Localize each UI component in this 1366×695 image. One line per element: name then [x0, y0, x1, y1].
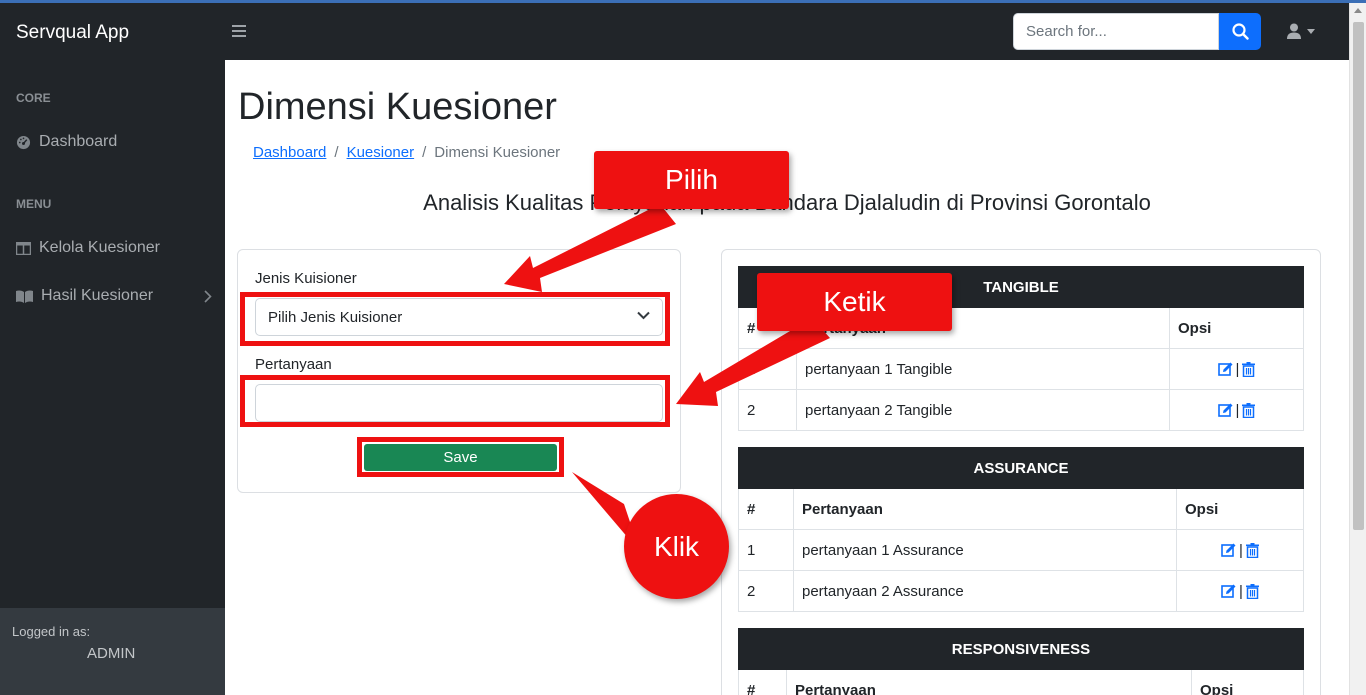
breadcrumb-link-dashboard[interactable]: Dashboard	[253, 144, 326, 161]
edit-icon[interactable]	[1221, 584, 1236, 599]
edit-icon[interactable]	[1221, 543, 1236, 558]
row-number: 2	[738, 389, 797, 431]
sidebar-item-label: Dashboard	[39, 133, 118, 150]
opsi-separator: |	[1239, 582, 1243, 600]
top-navbar: Servqual App	[0, 3, 1366, 60]
breadcrumb-separator: /	[422, 144, 427, 161]
table-responsiveness: RESPONSIVENESS # Pertanyaan Opsi	[738, 628, 1304, 695]
row-opsi: |	[1176, 570, 1304, 612]
save-button[interactable]: Save	[364, 444, 557, 471]
logged-in-user: ADMIN	[87, 645, 136, 662]
sidebar: CORE Dashboard MENU Kelola Kuesioner Has…	[0, 60, 225, 695]
scrollbar-thumb[interactable]	[1353, 22, 1364, 530]
breadcrumb-separator: /	[334, 144, 339, 161]
search-button[interactable]	[1219, 13, 1261, 50]
trash-icon[interactable]	[1245, 542, 1259, 558]
search-icon	[1231, 23, 1249, 40]
table-category-header: RESPONSIVENESS	[738, 628, 1304, 670]
pertanyaan-label: Pertanyaan	[255, 356, 332, 373]
row-opsi: |	[1169, 389, 1304, 431]
row-pertanyaan: pertanyaan 2 Assurance	[793, 570, 1177, 612]
user-dropdown-button[interactable]	[1286, 23, 1315, 39]
trash-icon[interactable]	[1242, 361, 1256, 377]
sidebar-toggle-button[interactable]	[232, 22, 246, 42]
logged-in-label: Logged in as:	[12, 624, 91, 639]
row-pertanyaan: pertanyaan 1 Assurance	[793, 529, 1177, 571]
annotation-callout-ketik: Ketik	[757, 273, 952, 331]
opsi-separator: |	[1235, 401, 1240, 419]
annotation-callout-klik: Klik	[624, 494, 729, 599]
select-value: Pilih Jenis Kuisioner	[268, 308, 403, 326]
opsi-separator: |	[1235, 360, 1240, 378]
jenis-kuisioner-label: Jenis Kuisioner	[255, 270, 357, 287]
sidebar-item-label: Hasil Kuesioner	[41, 287, 154, 304]
edit-icon[interactable]	[1217, 403, 1233, 418]
column-header-no: #	[738, 488, 794, 530]
page-scrollbar[interactable]	[1349, 3, 1366, 695]
sidebar-item-dashboard[interactable]: Dashboard	[16, 133, 212, 151]
column-header-pertanyaan: Pertanyaan	[786, 669, 1192, 695]
column-header-no: #	[738, 669, 787, 695]
opsi-separator: |	[1239, 541, 1243, 559]
breadcrumb: Dashboard / Kuesioner / Dimensi Kuesione…	[253, 144, 560, 161]
sidebar-footer: Logged in as: ADMIN	[0, 608, 225, 695]
chevron-right-icon	[204, 290, 212, 303]
column-header-pertanyaan: Pertanyaan	[793, 488, 1177, 530]
sidebar-item-hasil-kuesioner[interactable]: Hasil Kuesioner	[16, 287, 212, 305]
breadcrumb-current: Dimensi Kuesioner	[434, 144, 561, 161]
pertanyaan-input[interactable]	[255, 384, 663, 422]
user-icon	[1287, 23, 1301, 39]
table-assurance: ASSURANCE # Pertanyaan Opsi 1 pertanyaan…	[738, 447, 1304, 612]
table-responsiveness-clip: RESPONSIVENESS # Pertanyaan Opsi	[738, 628, 1304, 695]
sidebar-heading-menu: MENU	[16, 197, 52, 211]
row-number: 1	[738, 529, 794, 571]
trash-icon[interactable]	[1242, 402, 1256, 418]
column-header-opsi: Opsi	[1176, 488, 1304, 530]
chevron-down-icon	[637, 311, 650, 320]
row-number: 1	[738, 348, 797, 390]
row-opsi: |	[1176, 529, 1304, 571]
row-pertanyaan: pertanyaan 2 Tangible	[796, 389, 1170, 431]
app-brand[interactable]: Servqual App	[16, 22, 129, 44]
breadcrumb-link-kuesioner[interactable]: Kuesioner	[347, 144, 415, 161]
hamburger-icon	[232, 25, 246, 37]
sidebar-heading-core: CORE	[16, 91, 51, 105]
annotation-callout-pilih: Pilih	[594, 151, 789, 209]
form-card: Jenis Kuisioner Pilih Jenis Kuisioner Pe…	[237, 249, 681, 493]
sidebar-item-kelola-kuesioner[interactable]: Kelola Kuesioner	[16, 239, 212, 257]
search-form	[1013, 13, 1261, 50]
jenis-kuisioner-select[interactable]: Pilih Jenis Kuisioner	[255, 298, 663, 336]
column-header-opsi: Opsi	[1169, 307, 1304, 349]
columns-icon	[16, 241, 31, 255]
scroll-up-arrow[interactable]	[1354, 8, 1362, 13]
page-title: Dimensi Kuesioner	[238, 86, 557, 128]
book-open-icon	[16, 289, 33, 303]
table-row: 2 pertanyaan 2 Assurance |	[738, 570, 1304, 612]
row-pertanyaan: pertanyaan 1 Tangible	[796, 348, 1170, 390]
edit-icon[interactable]	[1217, 362, 1233, 377]
row-number: 2	[738, 570, 794, 612]
column-header-opsi: Opsi	[1191, 669, 1304, 695]
table-row: 1 pertanyaan 1 Tangible |	[738, 348, 1304, 390]
row-opsi: |	[1169, 348, 1304, 390]
search-input[interactable]	[1013, 13, 1219, 50]
table-row: 1 pertanyaan 1 Assurance |	[738, 529, 1304, 571]
trash-icon[interactable]	[1245, 583, 1259, 599]
dashboard-icon	[16, 135, 31, 149]
table-row: 2 pertanyaan 2 Tangible |	[738, 389, 1304, 431]
caret-down-icon	[1307, 28, 1315, 34]
table-category-header: ASSURANCE	[738, 447, 1304, 489]
sidebar-item-label: Kelola Kuesioner	[39, 239, 160, 256]
